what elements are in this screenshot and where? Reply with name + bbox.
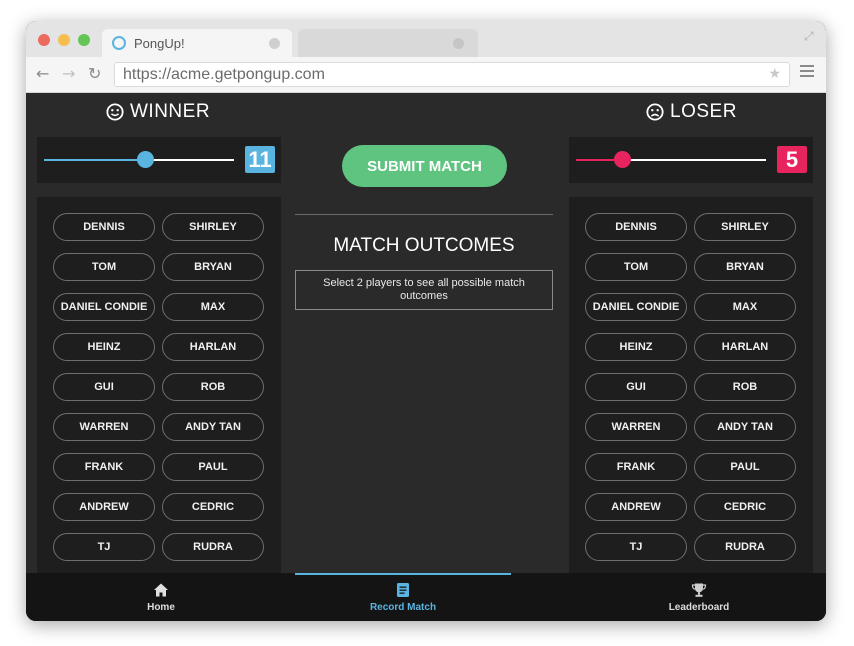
loser-player-button[interactable]: BRYAN: [694, 253, 796, 281]
browser-menu-icon[interactable]: [800, 65, 814, 80]
winner-players-panel: DENNIS SHIRLEY TOM BRYAN DANIEL CONDIE MAX HEI…: [37, 197, 281, 575]
loser-score-panel: 5: [569, 137, 813, 183]
maximize-window-button[interactable]: [78, 34, 90, 46]
nav-record-match[interactable]: Record Match: [295, 573, 511, 621]
browser-titlebar: PongUp! ⤢: [26, 21, 826, 59]
loser-player-button[interactable]: FRANK: [585, 453, 687, 481]
loser-player-button[interactable]: ANDY TAN: [694, 413, 796, 441]
loser-player-button[interactable]: TJ: [585, 533, 687, 561]
pongup-favicon-icon: [112, 36, 126, 50]
winner-player-button[interactable]: HARLAN: [162, 333, 264, 361]
loser-heading: LOSER: [646, 101, 737, 123]
loser-player-button[interactable]: WARREN: [585, 413, 687, 441]
minimize-window-button[interactable]: [58, 34, 70, 46]
back-arrow-icon[interactable]: ←: [36, 64, 49, 83]
submit-match-button[interactable]: SUBMIT MATCH: [342, 145, 507, 187]
winner-player-button[interactable]: DANIEL CONDIE: [53, 293, 155, 321]
loser-player-button[interactable]: DANIEL CONDIE: [585, 293, 687, 321]
loser-player-button[interactable]: DENNIS: [585, 213, 687, 241]
loser-player-button[interactable]: CEDRIC: [694, 493, 796, 521]
loser-player-button[interactable]: MAX: [694, 293, 796, 321]
loser-player-button[interactable]: TOM: [585, 253, 687, 281]
frown-icon: [646, 103, 664, 121]
loser-score-badge: 5: [777, 146, 807, 173]
winner-heading: WINNER: [106, 101, 210, 123]
url-text: https://acme.getpongup.com: [123, 66, 325, 83]
browser-toolbar: ← → ↻ https://acme.getpongup.com ★: [26, 57, 826, 93]
loser-players-panel: DENNIS SHIRLEY TOM BRYAN DANIEL CONDIE MAX HEI…: [569, 197, 813, 575]
loser-player-button[interactable]: PAUL: [694, 453, 796, 481]
address-bar[interactable]: https://acme.getpongup.com ★: [114, 62, 790, 87]
tab-close-icon[interactable]: [453, 38, 464, 49]
winner-player-button[interactable]: TJ: [53, 533, 155, 561]
match-outcomes-title: MATCH OUTCOMES: [333, 235, 515, 256]
nav-home[interactable]: Home: [116, 573, 206, 621]
reload-icon[interactable]: ↻: [88, 64, 101, 83]
nav-record-label: Record Match: [369, 601, 437, 613]
center-divider: [295, 214, 553, 215]
winner-slider-handle[interactable]: [136, 151, 154, 168]
browser-tab-active[interactable]: PongUp!: [102, 29, 292, 59]
loser-player-button[interactable]: HEINZ: [585, 333, 687, 361]
loser-slider-handle[interactable]: [613, 151, 631, 168]
nav-home-label: Home: [147, 601, 175, 613]
winner-player-list: DENNIS SHIRLEY TOM BRYAN DANIEL CONDIE MAX HEI…: [53, 213, 265, 561]
forward-arrow-icon[interactable]: →: [62, 64, 75, 83]
winner-score-slider[interactable]: [44, 151, 234, 168]
tab-close-icon[interactable]: [269, 38, 280, 49]
winner-player-button[interactable]: BRYAN: [162, 253, 264, 281]
tab-title: PongUp!: [134, 36, 185, 51]
winner-player-button[interactable]: GUI: [53, 373, 155, 401]
loser-player-button[interactable]: ANDREW: [585, 493, 687, 521]
winner-player-button[interactable]: SHIRLEY: [162, 213, 264, 241]
winner-score-panel: 11: [37, 137, 281, 183]
fullscreen-icon[interactable]: ⤢: [804, 29, 818, 43]
winner-player-button[interactable]: FRANK: [53, 453, 155, 481]
document-icon: [397, 582, 409, 597]
browser-window: PongUp! ⤢ ← → ↻ https://acme.getpongup.c…: [26, 21, 826, 621]
loser-score-slider[interactable]: [576, 151, 766, 168]
winner-player-button[interactable]: WARREN: [53, 413, 155, 441]
winner-player-button[interactable]: ROB: [162, 373, 264, 401]
winner-player-button[interactable]: TOM: [53, 253, 155, 281]
winner-player-button[interactable]: DENNIS: [53, 213, 155, 241]
winner-slider-fill: [44, 159, 145, 161]
winner-player-button[interactable]: PAUL: [162, 453, 264, 481]
nav-leaderboard[interactable]: Leaderboard: [646, 573, 752, 621]
loser-player-button[interactable]: GUI: [585, 373, 687, 401]
winner-player-button[interactable]: CEDRIC: [162, 493, 264, 521]
loser-player-button[interactable]: RUDRA: [694, 533, 796, 561]
browser-tab-new[interactable]: [298, 29, 478, 59]
app-content: WINNER 11 DENNIS SHIRLEY TOM BRYAN DANIEL CO…: [26, 93, 826, 621]
loser-player-list: DENNIS SHIRLEY TOM BRYAN DANIEL CONDIE MAX HEI…: [585, 213, 797, 561]
close-window-button[interactable]: [38, 34, 50, 46]
winner-player-button[interactable]: RUDRA: [162, 533, 264, 561]
nav-leaderboard-label: Leaderboard: [668, 601, 730, 613]
winner-player-button[interactable]: HEINZ: [53, 333, 155, 361]
loser-player-button[interactable]: HARLAN: [694, 333, 796, 361]
winner-player-button[interactable]: MAX: [162, 293, 264, 321]
winner-title: WINNER: [130, 101, 211, 122]
trophy-icon: [691, 583, 707, 597]
match-outcomes-hint: Select 2 players to see all possible mat…: [295, 270, 553, 310]
winner-player-button[interactable]: ANDY TAN: [162, 413, 264, 441]
winner-player-button[interactable]: ANDREW: [53, 493, 155, 521]
bookmark-star-icon[interactable]: ★: [768, 66, 781, 82]
loser-player-button[interactable]: ROB: [694, 373, 796, 401]
bottom-navigation: Home Record Match Leaderboard: [26, 573, 826, 621]
loser-player-button[interactable]: SHIRLEY: [694, 213, 796, 241]
loser-title: LOSER: [670, 101, 737, 122]
home-icon: [154, 583, 168, 596]
winner-score-badge: 11: [245, 146, 275, 173]
smile-icon: [106, 103, 124, 121]
